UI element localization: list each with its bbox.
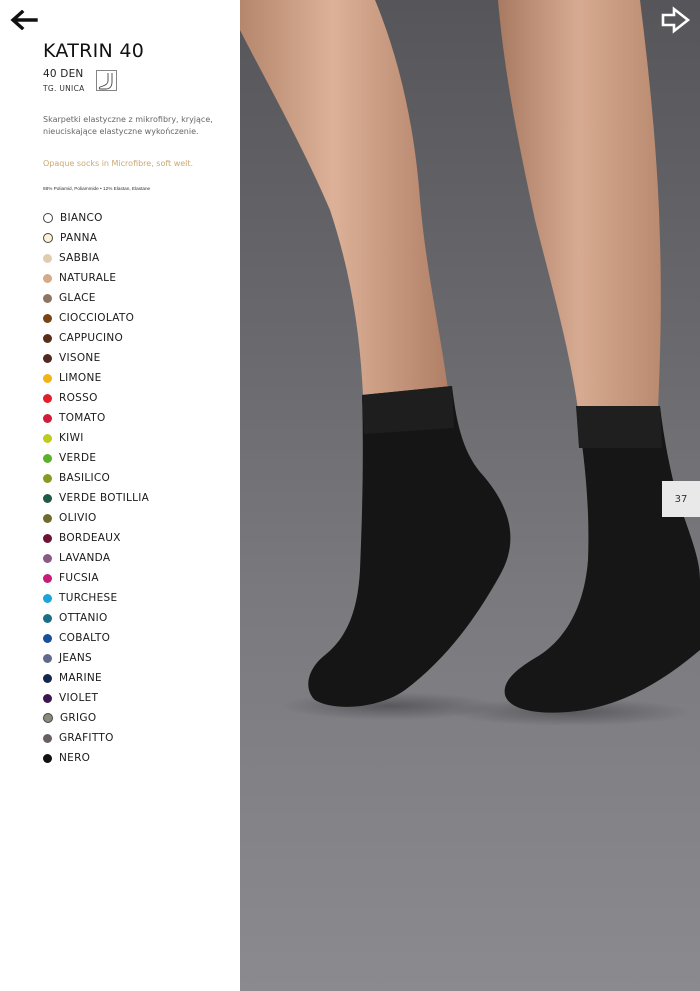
- color-name: OLIVIO: [59, 512, 97, 524]
- color-item: CAPPUCINO: [43, 328, 149, 348]
- color-item: BIANCO: [43, 208, 149, 228]
- color-swatch-dot: [43, 633, 52, 643]
- color-item: SABBIA: [43, 248, 149, 268]
- color-name: NERO: [59, 752, 91, 764]
- color-item: TURCHESE: [43, 588, 149, 608]
- product-photo: [240, 0, 700, 991]
- color-item: VISONE: [43, 348, 149, 368]
- color-item: NATURALE: [43, 268, 149, 288]
- color-item: CIOCCIOLATO: [43, 308, 149, 328]
- color-name: LIMONE: [59, 372, 102, 384]
- color-swatch-dot: [43, 353, 52, 363]
- color-name: CIOCCIOLATO: [59, 312, 135, 324]
- legs-illustration: [240, 0, 700, 726]
- color-item: ROSSO: [43, 388, 149, 408]
- color-swatch-dot: [43, 733, 52, 743]
- color-name: CAPPUCINO: [59, 332, 124, 344]
- color-swatch-dot: [43, 333, 52, 343]
- description-english: Opaque socks in Microfibre, soft welt.: [43, 159, 194, 168]
- color-name: OTTANIO: [59, 612, 108, 624]
- material-composition: 88% Poliamid, Poliammide • 12% Elastan, …: [43, 186, 151, 191]
- color-swatch-dot: [43, 233, 53, 243]
- color-swatch-dot: [43, 533, 52, 543]
- color-swatch-dot: [43, 573, 52, 583]
- color-swatch-dot: [43, 713, 53, 723]
- color-name: JEANS: [59, 652, 92, 664]
- color-name: TOMATO: [59, 412, 106, 424]
- color-swatch-list: BIANCO PANNA SABBIA NATURALE GLACE CIOCCIOLAT…: [43, 208, 149, 768]
- color-swatch-dot: [43, 513, 52, 523]
- color-swatch-dot: [43, 493, 52, 503]
- arrow-left-icon[interactable]: [10, 10, 38, 30]
- color-name: VERDE: [59, 452, 97, 464]
- color-item: FUCSIA: [43, 568, 149, 588]
- size-label: TG. UNICA: [43, 84, 85, 93]
- color-name: VERDE BOTILLIA: [59, 492, 150, 504]
- color-name: SABBIA: [59, 252, 100, 264]
- color-name: PANNA: [60, 232, 98, 244]
- color-item: OTTANIO: [43, 608, 149, 628]
- arrow-right-outline-icon[interactable]: [660, 6, 692, 34]
- color-swatch-dot: [43, 213, 53, 223]
- sock-outline-icon: [96, 70, 117, 91]
- color-swatch-dot: [43, 673, 52, 683]
- color-swatch-dot: [43, 413, 52, 423]
- page-number: 37: [674, 493, 688, 505]
- color-item: BASILICO: [43, 468, 149, 488]
- color-name: LAVANDA: [59, 552, 111, 564]
- color-item: VERDE: [43, 448, 149, 468]
- color-item: PANNA: [43, 228, 149, 248]
- description-polish: Skarpetki elastyczne z mikrofibry, kryją…: [43, 115, 213, 136]
- color-name: GRAFITTO: [59, 732, 114, 744]
- color-name: NATURALE: [59, 272, 117, 284]
- color-swatch-dot: [43, 693, 52, 703]
- color-name: GRIGO: [60, 712, 97, 724]
- color-swatch-dot: [43, 613, 52, 623]
- color-item: OLIVIO: [43, 508, 149, 528]
- color-swatch-dot: [43, 553, 52, 563]
- color-swatch-dot: [43, 753, 52, 763]
- color-swatch-dot: [43, 453, 52, 463]
- color-name: FUCSIA: [59, 572, 99, 584]
- color-item: VERDE BOTILLIA: [43, 488, 149, 508]
- color-name: BASILICO: [59, 472, 111, 484]
- color-swatch-dot: [43, 593, 52, 603]
- color-swatch-dot: [43, 373, 52, 383]
- color-item: JEANS: [43, 648, 149, 668]
- color-item: LIMONE: [43, 368, 149, 388]
- color-name: VISONE: [59, 352, 101, 364]
- color-swatch-dot: [43, 473, 52, 483]
- color-swatch-dot: [43, 653, 52, 663]
- color-item: NERO: [43, 748, 149, 768]
- color-name: ROSSO: [59, 392, 98, 404]
- color-name: VIOLET: [59, 692, 99, 704]
- color-swatch-dot: [43, 293, 52, 303]
- color-item: COBALTO: [43, 628, 149, 648]
- den-label: 40 DEN: [43, 68, 84, 80]
- color-name: TURCHESE: [59, 592, 118, 604]
- color-item: GRIGO: [43, 708, 149, 728]
- color-swatch-dot: [43, 393, 52, 403]
- color-item: GRAFITTO: [43, 728, 149, 748]
- color-item: VIOLET: [43, 688, 149, 708]
- color-name: BIANCO: [60, 212, 103, 224]
- color-item: GLACE: [43, 288, 149, 308]
- page-number-tab: 37: [662, 481, 700, 517]
- product-title: KATRIN 40: [43, 40, 145, 62]
- color-swatch-dot: [43, 433, 52, 443]
- color-swatch-dot: [43, 313, 52, 323]
- color-item: TOMATO: [43, 408, 149, 428]
- color-name: COBALTO: [59, 632, 111, 644]
- color-name: KIWI: [59, 432, 84, 444]
- color-swatch-dot: [43, 273, 52, 283]
- color-item: KIWI: [43, 428, 149, 448]
- color-name: BORDEAUX: [59, 532, 121, 544]
- color-item: MARINE: [43, 668, 149, 688]
- color-item: BORDEAUX: [43, 528, 149, 548]
- color-name: MARINE: [59, 672, 102, 684]
- color-name: GLACE: [59, 292, 96, 304]
- color-swatch-dot: [43, 253, 52, 263]
- color-item: LAVANDA: [43, 548, 149, 568]
